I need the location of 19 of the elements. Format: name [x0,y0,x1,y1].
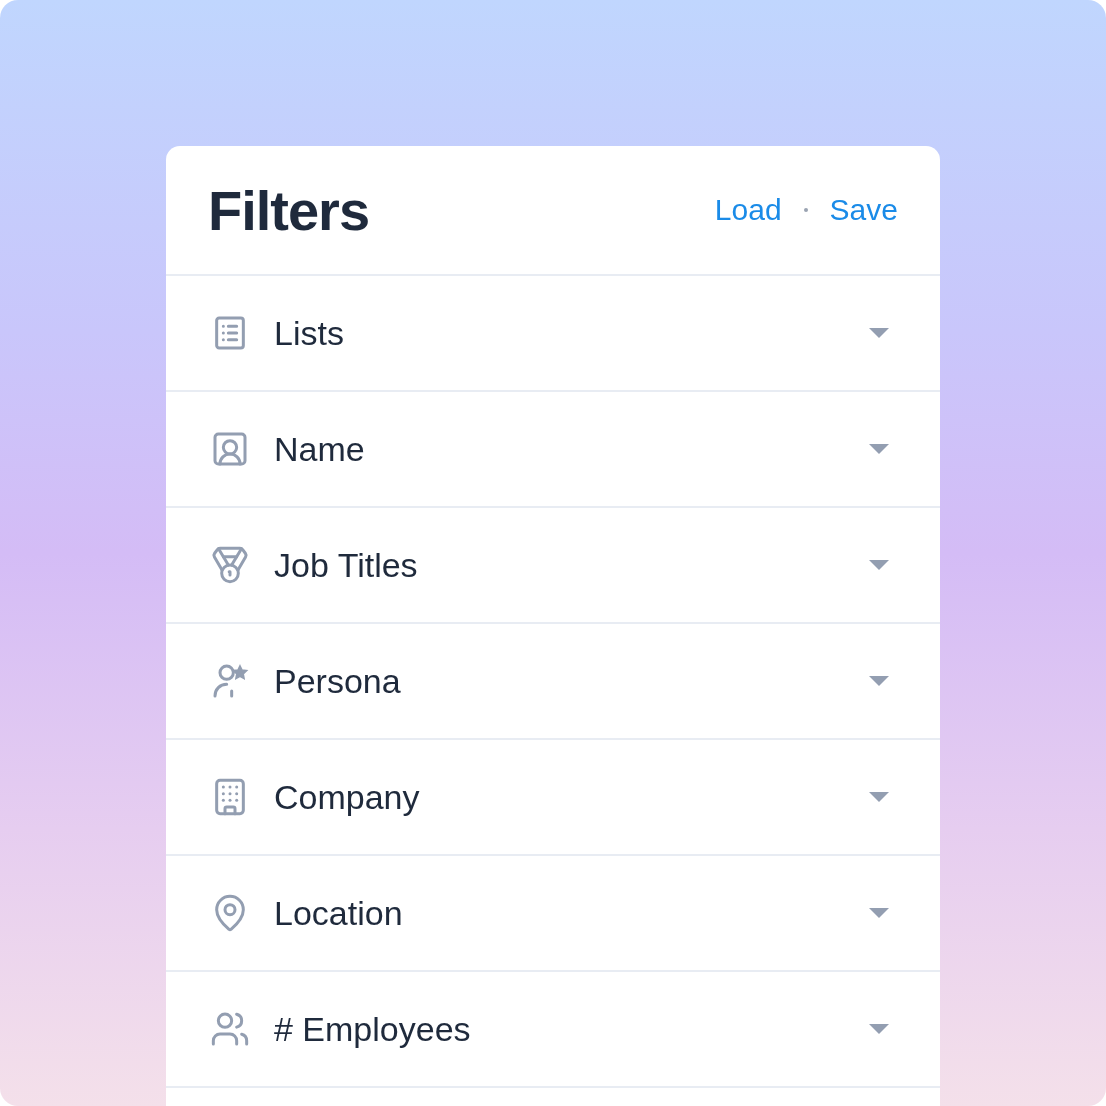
panel-title: Filters [208,177,370,243]
separator-dot [803,208,808,212]
filter-label: Location [274,893,404,933]
load-link[interactable]: Load [714,193,782,227]
filter-row[interactable]: # Employees [166,972,940,1088]
filter-row[interactable]: Company [166,740,940,856]
filter-label: Lists [274,313,345,353]
filter-label: Company [274,777,421,817]
filter-row[interactable]: Job Titles [166,508,940,624]
filter-row[interactable]: Name [166,392,940,508]
filter-label: Name [274,429,366,469]
filter-label: Persona [274,661,402,701]
filter-label: Job Titles [274,545,419,585]
filter-row[interactable]: Persona [166,624,940,740]
filter-label: # Employees [274,1009,472,1049]
filter-row[interactable]: Location [166,856,940,972]
save-link[interactable]: Save [829,193,898,227]
filter-row[interactable]: Lists [166,276,940,392]
medal-icon [210,545,250,585]
